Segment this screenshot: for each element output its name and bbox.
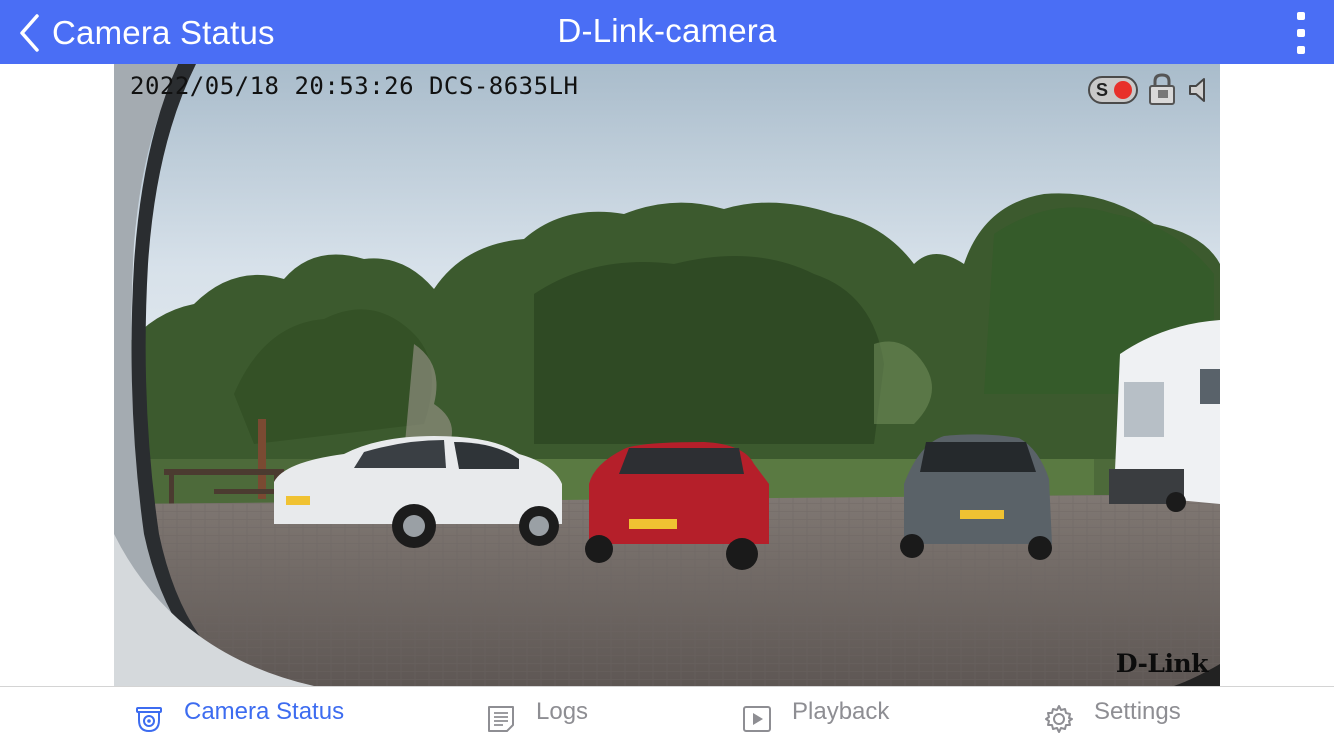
- chevron-left-icon: [20, 14, 39, 52]
- back-button-label: Camera Status: [52, 14, 275, 51]
- settings-icon: [1045, 705, 1073, 733]
- more-dot-icon: [1297, 12, 1305, 20]
- more-dot-icon: [1297, 29, 1305, 37]
- privacy-lock-icon: [1149, 73, 1175, 105]
- tab-camera-status-label: Camera Status: [184, 698, 345, 725]
- camera-icon: [136, 707, 162, 733]
- brand-watermark: D-Link: [1115, 649, 1209, 678]
- grey-car: [900, 434, 1052, 560]
- recording-letter: S: [1096, 79, 1109, 100]
- tab-camera-status[interactable]: Camera Status: [134, 687, 344, 751]
- live-video-feed[interactable]: 2022/05/18 20:53:26 DCS-8635LH S D-Link: [114, 64, 1220, 686]
- logs-icon: [488, 706, 514, 732]
- tab-logs-label: Logs: [536, 698, 589, 725]
- video-timestamp: 2022/05/18 20:53:26 DCS-8635LH: [130, 72, 579, 100]
- tab-playback-label: Playback: [792, 698, 890, 725]
- tab-settings[interactable]: Settings: [1044, 687, 1181, 751]
- playback-icon: [743, 706, 771, 732]
- tab-bar: Camera Status Logs Playback Settings: [0, 686, 1334, 751]
- tab-settings-label: Settings: [1094, 698, 1181, 725]
- back-button[interactable]: Camera Status: [18, 10, 275, 56]
- camera-scene: [114, 64, 1220, 686]
- tab-playback[interactable]: Playback: [742, 687, 889, 751]
- tab-logs[interactable]: Logs: [486, 687, 588, 751]
- speaker-icon: [1189, 78, 1205, 102]
- video-status-icons: S: [1088, 72, 1216, 108]
- nav-bar: Camera Status D-Link-camera: [0, 0, 1334, 64]
- recording-indicator: S: [1088, 76, 1138, 104]
- more-dot-icon: [1297, 46, 1305, 54]
- record-dot-icon: [1114, 81, 1132, 99]
- more-options-button[interactable]: [1288, 12, 1314, 54]
